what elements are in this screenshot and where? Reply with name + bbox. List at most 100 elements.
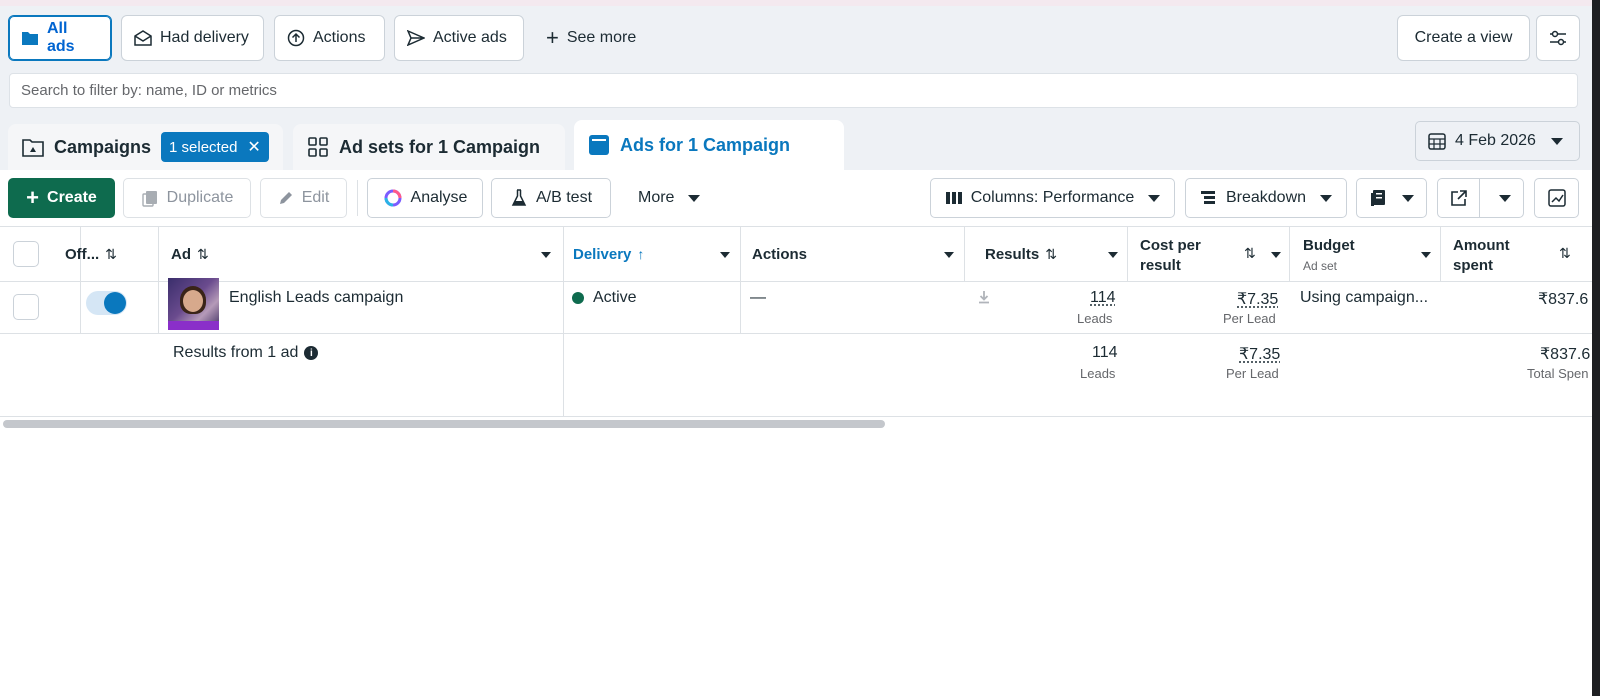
column-divider (1289, 227, 1290, 281)
create-view-button[interactable]: Create a view (1397, 15, 1530, 61)
search-placeholder: Search to filter by: name, ID or metrics (21, 82, 277, 99)
results-unit: Leads (1077, 311, 1113, 326)
date-range-picker[interactable]: 4 Feb 2026 (1415, 121, 1580, 161)
col-header-ad-label: Ad (171, 245, 191, 263)
col-header-ad[interactable]: Ad ⇅ (171, 227, 209, 281)
edit-label: Edit (301, 189, 330, 206)
chevron-down-icon[interactable] (541, 252, 551, 258)
spent-value: ₹837.6 (1538, 291, 1589, 308)
delivery-status: Active (593, 289, 637, 306)
chevron-down-icon[interactable] (1271, 252, 1281, 258)
col-header-budget[interactable]: Budget Ad set (1303, 229, 1355, 283)
create-label: Create (47, 189, 97, 206)
active-status-dot (572, 292, 584, 304)
columns-icon (945, 192, 962, 204)
col-header-off[interactable]: Off... ⇅ (65, 227, 117, 281)
cost-unit: Per Lead (1223, 311, 1276, 326)
chevron-down-icon[interactable] (944, 252, 954, 258)
filter-all-ads[interactable]: All ads (8, 15, 112, 61)
analyse-label: Analyse (410, 189, 468, 206)
tab-adsets[interactable]: Ad sets for 1 Campaign (293, 124, 565, 170)
flask-icon (511, 189, 527, 206)
search-input[interactable]: Search to filter by: name, ID or metrics (9, 73, 1578, 108)
ad-name[interactable]: English Leads campaign (229, 289, 403, 307)
ab-test-button[interactable]: A/B test (491, 178, 611, 218)
tab-campaigns[interactable]: Campaigns 1 selected ✕ (8, 124, 283, 170)
summary-label-text: Results from 1 ad (173, 344, 299, 361)
column-divider (964, 227, 965, 281)
more-button[interactable]: More (638, 178, 701, 218)
col-header-delivery[interactable]: Delivery ↑ (573, 227, 644, 281)
grid-icon (308, 137, 328, 157)
window-edge (1592, 0, 1600, 696)
filter-actions[interactable]: Actions (274, 15, 385, 61)
summary-cost-value[interactable]: ₹7.35 (1239, 344, 1280, 364)
charts-button[interactable] (1534, 178, 1579, 218)
col-header-results-label: Results (985, 245, 1040, 263)
filter-had-delivery[interactable]: Had delivery (121, 15, 264, 61)
duplicate-icon (141, 191, 157, 207)
export-button[interactable] (1437, 178, 1480, 218)
columns-label: Columns: Performance (970, 189, 1135, 206)
chevron-down-icon[interactable] (720, 252, 730, 258)
summary-spent-unit: Total Spen (1527, 366, 1589, 381)
edit-button[interactable]: Edit (260, 178, 347, 218)
plus-icon: + (546, 25, 559, 50)
col-header-actions[interactable]: Actions (752, 227, 807, 281)
filter-all-ads-label: All ads (47, 20, 75, 55)
filter-active-ads[interactable]: Active ads (394, 15, 524, 61)
select-all-checkbox[interactable] (13, 241, 39, 267)
chart-icon (1547, 189, 1566, 207)
ad-window-icon (589, 135, 609, 155)
results-value[interactable]: 114 (1090, 289, 1116, 307)
duplicate-label: Duplicate (166, 189, 234, 206)
col-header-off-label: Off... (65, 245, 100, 263)
clear-selection-icon[interactable]: ✕ (247, 137, 260, 157)
column-divider (158, 227, 159, 333)
chevron-down-icon (1320, 194, 1333, 202)
breakdown-button[interactable]: Breakdown (1185, 178, 1347, 218)
see-more-label: See more (566, 29, 637, 46)
row-checkbox[interactable] (13, 294, 39, 320)
view-settings-button[interactable] (1536, 15, 1580, 61)
ad-status-toggle[interactable] (86, 291, 127, 315)
sort-icon[interactable]: ⇅ (1559, 245, 1571, 262)
col-header-spent[interactable]: Amount spent (1453, 229, 1510, 283)
sort-up-icon: ↑ (637, 246, 645, 262)
col-header-cost[interactable]: Cost per result (1140, 229, 1201, 283)
row-border (0, 333, 1592, 334)
col-header-actions-label: Actions (752, 245, 808, 263)
info-icon[interactable]: i (304, 346, 319, 360)
campaign-folder-icon (22, 139, 44, 157)
columns-button[interactable]: Columns: Performance (930, 178, 1175, 218)
download-icon[interactable] (977, 290, 991, 304)
cost-value[interactable]: ₹7.35 (1237, 289, 1278, 309)
summary-cost-unit: Per Lead (1226, 366, 1279, 381)
sort-icon: ⇅ (1045, 245, 1057, 262)
analyse-button[interactable]: Analyse (367, 178, 483, 218)
sort-icon[interactable]: ⇅ (1244, 245, 1256, 262)
send-icon (407, 30, 425, 46)
summary-label: Results from 1 ad i (173, 344, 319, 362)
ab-test-label: A/B test (535, 189, 593, 206)
ad-thumbnail[interactable] (168, 278, 219, 330)
chevron-down-icon[interactable] (1421, 252, 1431, 258)
col-header-spent-line2: spent (1453, 257, 1494, 274)
selected-badge-label: 1 selected (169, 138, 238, 156)
col-header-delivery-label: Delivery (573, 245, 632, 263)
duplicate-button[interactable]: Duplicate (123, 178, 251, 218)
top-border (0, 0, 1600, 6)
column-divider (740, 227, 741, 333)
see-more-button[interactable]: + See more (546, 15, 636, 61)
horizontal-scrollbar[interactable] (3, 420, 885, 428)
chevron-down-icon[interactable] (1108, 252, 1118, 258)
pencil-icon (279, 192, 292, 204)
reports-button[interactable] (1356, 178, 1427, 218)
date-label: 4 Feb 2026 (1455, 132, 1536, 149)
export-dropdown[interactable] (1479, 178, 1524, 218)
thumbnail-face (183, 290, 203, 312)
tab-ads[interactable]: Ads for 1 Campaign (574, 120, 844, 170)
col-header-results[interactable]: Results ⇅ (985, 227, 1057, 281)
column-divider (1127, 227, 1128, 281)
create-button[interactable]: + Create (8, 178, 115, 218)
